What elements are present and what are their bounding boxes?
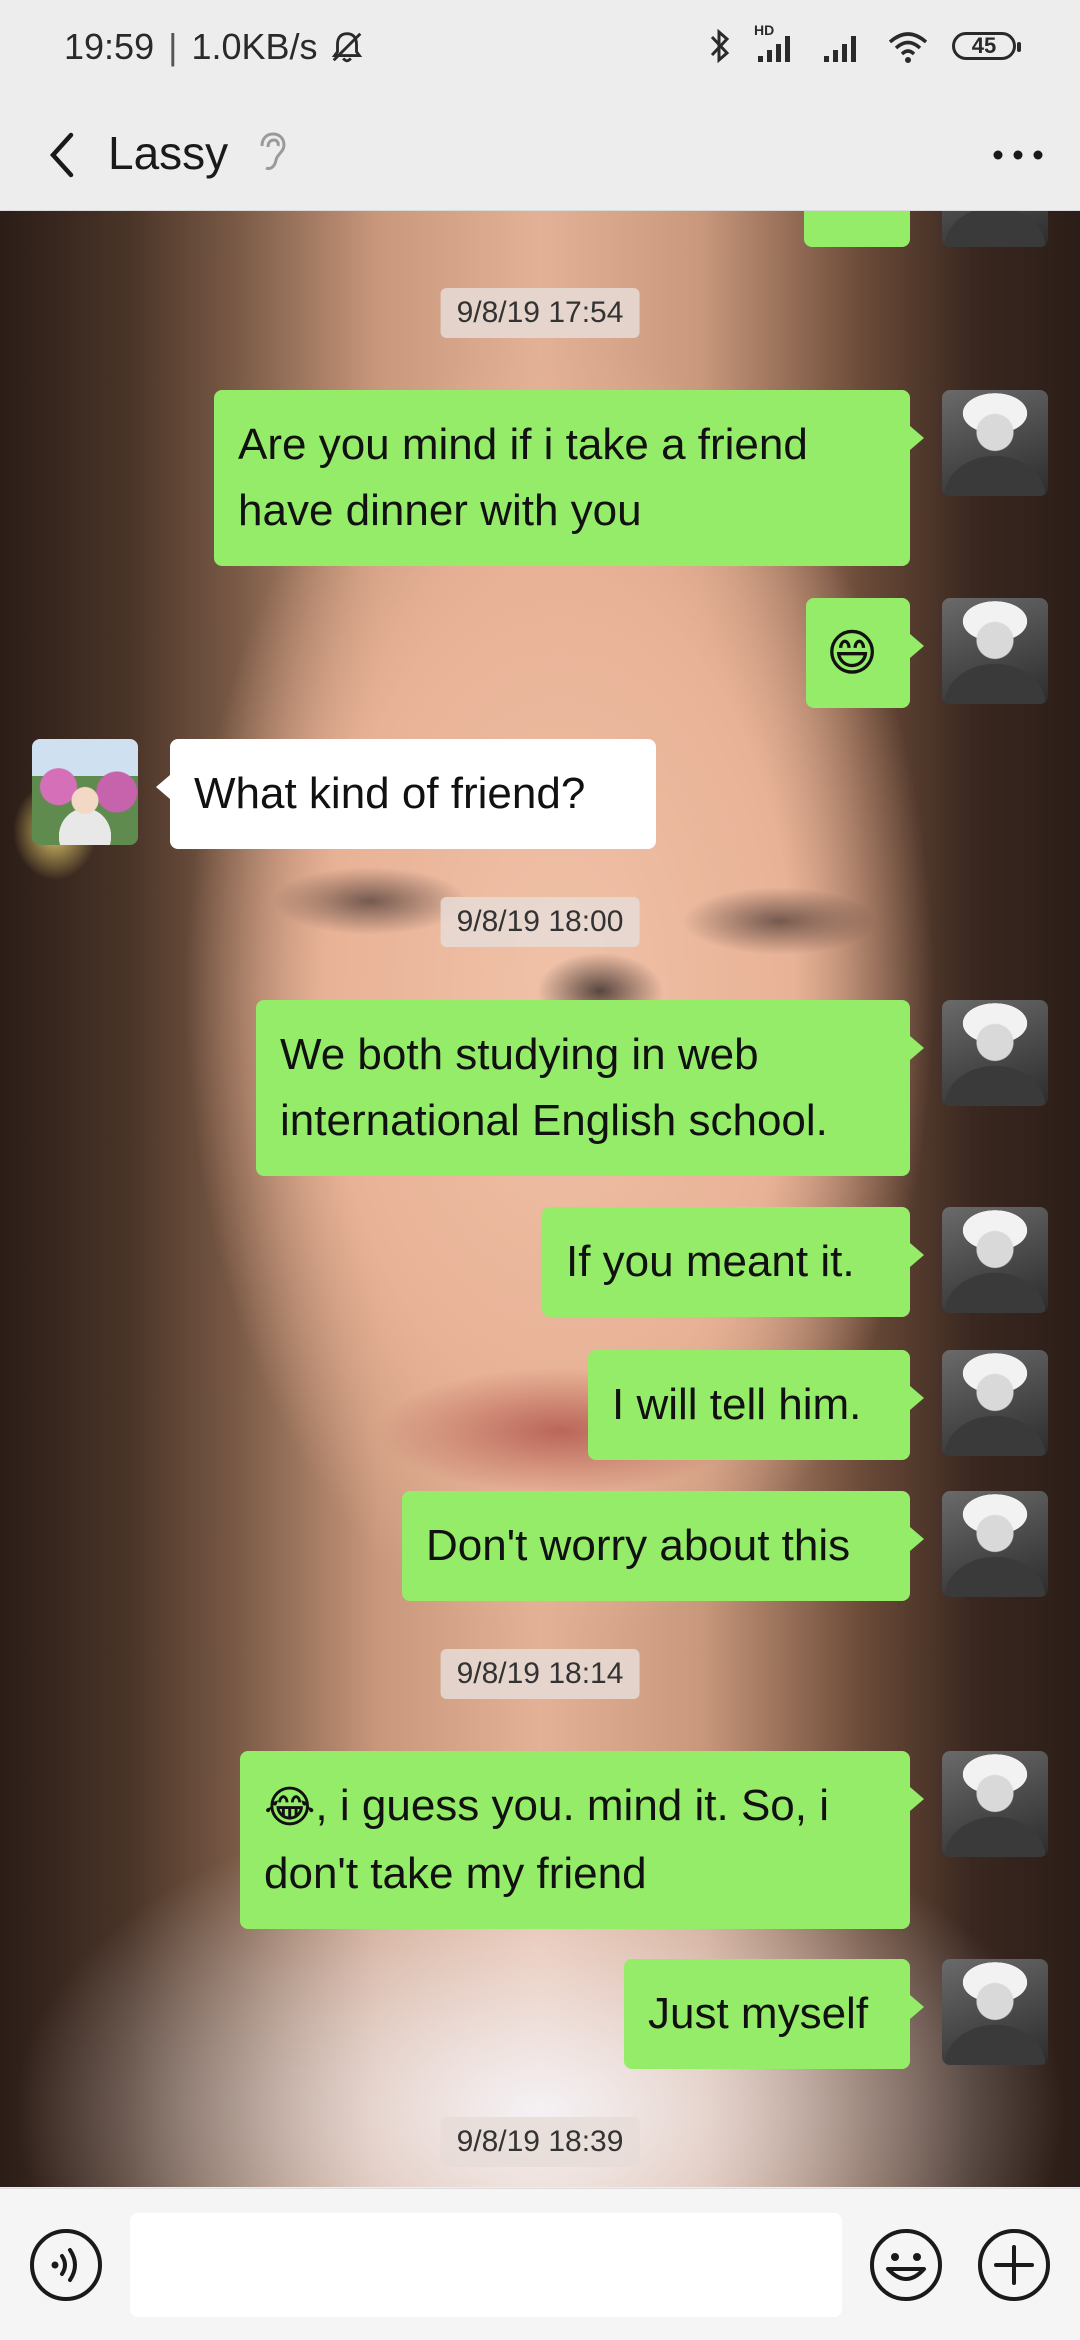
chat-header: Lassy bbox=[0, 100, 1080, 211]
smiley-icon bbox=[870, 2229, 942, 2301]
plus-icon bbox=[978, 2229, 1050, 2301]
signal-strength-icon-1 bbox=[758, 36, 790, 62]
my-avatar[interactable] bbox=[942, 390, 1048, 496]
sent-message-bubble[interactable]: 😂, i guess you. mind it. So, i don't tak… bbox=[240, 1751, 924, 1930]
sent-emoji-bubble[interactable]: 😄 bbox=[806, 598, 924, 708]
message-text: What kind of friend? bbox=[194, 769, 586, 818]
status-network-speed: 1.0KB/s bbox=[191, 26, 318, 67]
sent-message-bubble[interactable]: Don't worry about this bbox=[402, 1491, 924, 1601]
message-text: Don't worry about this bbox=[426, 1521, 851, 1570]
timestamp: 9/8/19 18:14 bbox=[440, 1649, 640, 1699]
message-emoji: 😂 bbox=[264, 1783, 316, 1833]
timestamp: 9/8/19 18:00 bbox=[440, 897, 640, 947]
ear-icon bbox=[260, 132, 286, 170]
timestamp: 9/8/19 18:39 bbox=[440, 2117, 640, 2167]
voice-button[interactable] bbox=[28, 2227, 104, 2303]
status-separator: | bbox=[168, 26, 178, 67]
more-options-button[interactable] bbox=[980, 122, 1056, 188]
more-functions-button[interactable] bbox=[976, 2227, 1052, 2303]
wifi-icon bbox=[888, 32, 928, 63]
input-bar bbox=[0, 2188, 1080, 2340]
message-text: If you meant it. bbox=[566, 1237, 855, 1286]
my-avatar[interactable] bbox=[942, 1959, 1048, 2065]
message-emoji: 😄 bbox=[826, 625, 879, 681]
message-text: I will tell him. bbox=[612, 1380, 862, 1429]
battery-indicator: 45 bbox=[952, 32, 1021, 60]
message-text: Are you mind if i take a friend have din… bbox=[238, 420, 808, 535]
status-bar: 19:59 | 1.0KB/s HD 45 bbox=[0, 0, 1080, 100]
message-input[interactable] bbox=[130, 2213, 842, 2317]
timestamp: 9/8/19 17:54 bbox=[440, 288, 640, 338]
sent-message-bubble[interactable]: If you meant it. bbox=[542, 1207, 924, 1317]
sent-message-bubble[interactable]: Are you mind if i take a friend have din… bbox=[214, 390, 924, 566]
sent-message-bubble[interactable]: Just myself bbox=[624, 1959, 924, 2069]
message-text: Just myself bbox=[648, 1989, 869, 2038]
status-time: 19:59 bbox=[64, 26, 155, 67]
sent-message-bubble[interactable]: We both studying in web international En… bbox=[256, 1000, 924, 1176]
more-dots-icon bbox=[993, 150, 1043, 160]
mute-bell-icon bbox=[331, 32, 362, 63]
message-text: , i guess you. mind it. So, i don't take… bbox=[264, 1781, 829, 1899]
chevron-left-icon bbox=[49, 132, 74, 178]
status-right: HD 45 bbox=[708, 22, 1021, 66]
my-avatar[interactable] bbox=[942, 211, 1048, 247]
battery-level: 45 bbox=[971, 33, 997, 58]
my-avatar[interactable] bbox=[942, 1207, 1048, 1313]
bluetooth-icon bbox=[710, 28, 730, 64]
message-text: We both studying in web international En… bbox=[280, 1030, 828, 1145]
previous-message-bubble-fragment bbox=[804, 211, 910, 247]
contact-name: Lassy bbox=[108, 127, 229, 179]
signal-hd-group: HD bbox=[754, 22, 798, 66]
my-avatar[interactable] bbox=[942, 1000, 1048, 1106]
my-avatar[interactable] bbox=[942, 1751, 1048, 1857]
chat-area[interactable]: 9/8/19 17:54 Are you mind if i take a fr… bbox=[0, 211, 1080, 2187]
voice-icon bbox=[30, 2229, 102, 2301]
sent-message-bubble[interactable]: I will tell him. bbox=[588, 1350, 924, 1460]
contact-avatar[interactable] bbox=[32, 739, 138, 845]
emoji-button[interactable] bbox=[868, 2227, 944, 2303]
my-avatar[interactable] bbox=[942, 1350, 1048, 1456]
my-avatar[interactable] bbox=[942, 1491, 1048, 1597]
back-button[interactable] bbox=[30, 122, 96, 188]
my-avatar[interactable] bbox=[942, 598, 1048, 704]
signal-strength-icon-2 bbox=[824, 36, 856, 62]
received-message-bubble[interactable]: What kind of friend? bbox=[156, 739, 656, 849]
status-left: 19:59 | 1.0KB/s bbox=[64, 26, 366, 68]
